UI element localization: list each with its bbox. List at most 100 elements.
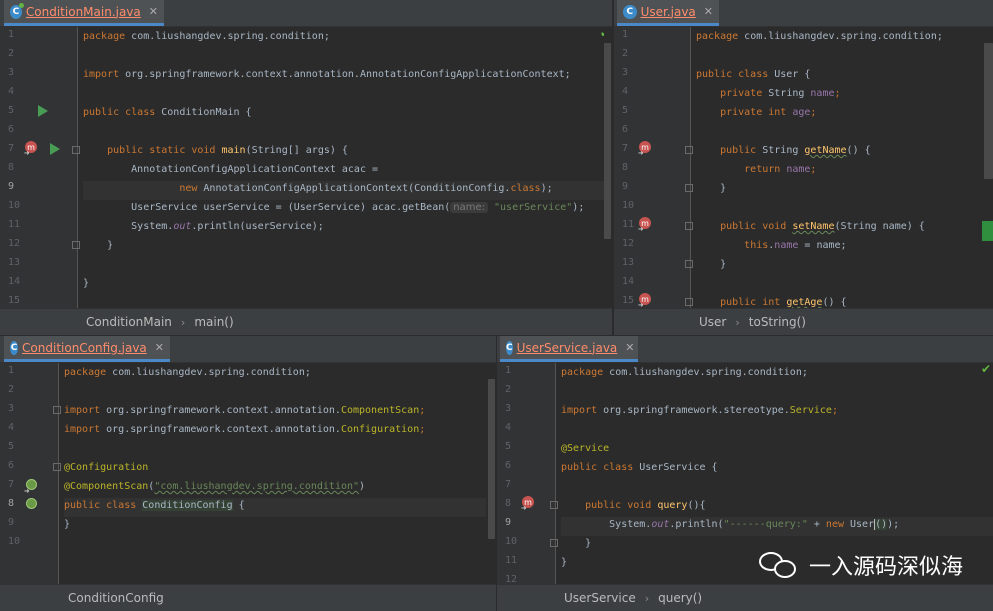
tab-label: UserService.java [516, 340, 618, 355]
fold-icon[interactable] [550, 501, 558, 509]
chevron-right-icon: › [644, 591, 650, 605]
code-line: public String getName() { [696, 145, 871, 156]
breadcrumb-method[interactable]: query() [658, 591, 702, 605]
code-line: public class User { [696, 69, 811, 80]
code-line: package com.liushangdev.spring.condition… [696, 31, 943, 42]
code-line: this.name = name; [744, 240, 847, 251]
parameter-hint: name: [450, 202, 488, 213]
code-line: import org.springframework.stereotype.Se… [561, 405, 838, 416]
fold-icon[interactable] [550, 539, 558, 547]
java-class-icon: C [10, 2, 24, 19]
java-class-icon: C [10, 340, 19, 355]
arrow-icon: ➜ [521, 504, 527, 514]
editor-pane-condition-config: C ConditionConfig.java ✕ 1 2 3 4 5 6 7 8… [0, 336, 496, 611]
code-line: @ComponentScan("com.liushangdev.spring.c… [64, 481, 366, 492]
code-area: package com.liushangdev.spring.condition… [696, 27, 993, 309]
text-cursor: () [874, 519, 888, 530]
code-line: } [83, 240, 114, 251]
code-line: } [696, 183, 727, 194]
chevron-right-icon: › [180, 315, 186, 329]
code-line: } [83, 278, 90, 289]
code-line: public static void main(String[] args) { [83, 145, 348, 156]
tab-condition-config[interactable]: C ConditionConfig.java ✕ [4, 336, 170, 362]
gutter: 1 2 3 4 5 6 7 8 9 10 11 12 13 14 15 m ➜ … [614, 27, 693, 311]
fold-icon[interactable] [72, 241, 80, 249]
code-line: private int age; [696, 107, 817, 118]
spring-bean-icon[interactable] [26, 498, 37, 509]
breadcrumb-method[interactable]: main() [194, 315, 233, 329]
fold-icon[interactable] [685, 222, 693, 230]
wechat-icon [758, 550, 799, 580]
gutter: 1 2 3 4 5 6 7 8 9 10 11 12 13 14 15 m ➜ [0, 27, 80, 309]
watermark: 一入源码深似海 [758, 549, 963, 581]
close-icon[interactable]: ✕ [155, 341, 164, 354]
tab-label: ConditionMain.java [25, 4, 141, 19]
run-icon[interactable] [38, 105, 48, 117]
tab-bar: C UserService.java ✕ [497, 336, 993, 363]
code-line: System.out.println("------query:" + new … [561, 519, 900, 530]
watermark-text: 一入源码深似海 [808, 555, 963, 580]
tab-bar: C User.java ✕ [614, 0, 993, 27]
breadcrumb: ConditionConfig [0, 584, 496, 611]
breadcrumb: UserService › query() [497, 584, 993, 611]
fold-icon[interactable] [685, 298, 693, 306]
editor-pane-user: C User.java ✕ 1 2 3 4 5 6 7 8 9 10 11 12… [613, 0, 993, 335]
code-line: public void query(){ [561, 500, 706, 511]
code-line: public class UserService { [561, 462, 718, 473]
breadcrumb-class[interactable]: ConditionMain [86, 315, 172, 329]
breadcrumb-class[interactable]: UserService [564, 591, 636, 605]
code-line: public void setName(String name) { [696, 221, 925, 232]
java-class-icon: C [506, 340, 513, 355]
code-line: import org.springframework.context.annot… [64, 424, 426, 435]
code-line: UserService userService = (UserService) … [83, 202, 585, 213]
code-editor[interactable]: 1 2 3 4 5 6 7 8 9 10 11 12 13 14 15 m ➜ … [0, 26, 612, 309]
tab-condition-main[interactable]: C ConditionMain.java ✕ [4, 0, 164, 26]
code-line: new AnnotationConfigApplicationContext(C… [179, 183, 553, 194]
fold-icon[interactable] [685, 184, 693, 192]
fold-icon[interactable] [53, 406, 61, 414]
fold-icon[interactable] [53, 463, 61, 471]
code-line: } [696, 259, 727, 270]
java-class-icon: C [623, 4, 637, 19]
code-line: package com.liushangdev.spring.condition… [64, 367, 311, 378]
fold-icon[interactable] [685, 260, 693, 268]
scrollbar[interactable] [982, 27, 993, 309]
close-icon[interactable]: ✕ [704, 5, 713, 18]
breadcrumb-class[interactable]: User [699, 315, 726, 329]
code-line: @Configuration [64, 462, 149, 473]
code-line: return name; [696, 164, 817, 175]
breadcrumb-class[interactable]: ConditionConfig [68, 591, 164, 605]
arrow-icon: ➜ [638, 149, 644, 159]
breadcrumb-method[interactable]: toString() [749, 315, 806, 329]
run-icon[interactable] [50, 143, 60, 155]
code-line: System.out.println(userService); [83, 221, 324, 232]
code-line: public class ConditionConfig { [64, 500, 245, 511]
gutter: 1 2 3 4 5 6 7 8 9 10 ➜ [0, 363, 61, 585]
arrow-icon: ➜ [24, 149, 30, 159]
code-editor[interactable]: 1 2 3 4 5 6 7 8 9 10 ➜ package com.liush… [0, 363, 496, 585]
close-icon[interactable]: ✕ [625, 341, 634, 354]
code-line: package com.liushangdev.spring.condition… [561, 367, 808, 378]
breadcrumb: User › toString() [614, 308, 993, 335]
code-area: package com.liushangdev.spring.condition… [83, 27, 612, 309]
tab-label: ConditionConfig.java [22, 340, 147, 355]
code-editor[interactable]: 1 2 3 4 5 6 7 8 9 10 11 12 13 14 15 m ➜ … [614, 27, 993, 311]
tab-user-service[interactable]: C UserService.java ✕ [500, 336, 638, 362]
arrow-icon: ➜ [638, 225, 644, 235]
code-line: import org.springframework.context.annot… [64, 405, 426, 416]
code-line: AnnotationConfigApplicationContext acac … [83, 164, 379, 175]
tab-user[interactable]: C User.java ✕ [617, 0, 719, 26]
code-line: @Service [561, 443, 610, 454]
breadcrumb: ConditionMain › main() [0, 308, 612, 335]
scrollbar[interactable] [604, 27, 612, 309]
change-marker[interactable] [982, 221, 993, 241]
editor-pane-condition-main: C ConditionMain.java ✕ 1 2 3 4 5 6 7 8 9… [0, 0, 612, 335]
code-line: package com.liushangdev.spring.condition… [83, 31, 330, 42]
code-line: import org.springframework.context.annot… [83, 69, 571, 80]
fold-icon[interactable] [685, 146, 693, 154]
code-line: private String name; [696, 88, 841, 99]
close-icon[interactable]: ✕ [149, 5, 158, 18]
gutter: 1 2 3 4 5 6 7 8 9 10 11 12 m ➜ [497, 363, 558, 585]
scrollbar[interactable] [486, 363, 496, 585]
fold-icon[interactable] [72, 146, 80, 154]
